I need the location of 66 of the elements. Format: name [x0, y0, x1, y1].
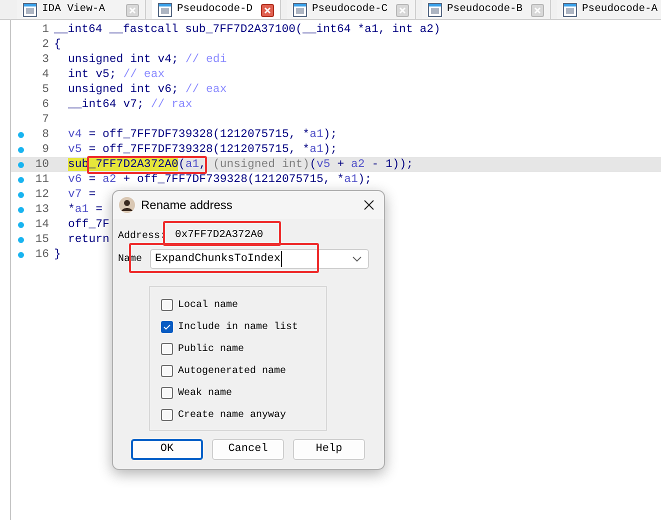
window-icon: [563, 3, 577, 17]
line-number: 1: [41, 22, 49, 38]
tab-label: Pseudocode-D: [177, 2, 253, 18]
code-line: unsigned int v6; // eax: [68, 82, 227, 97]
code-line: }: [54, 247, 61, 262]
checkbox[interactable]: [161, 299, 173, 311]
tab-label: Pseudocode-A: [582, 2, 658, 18]
tab-label: Pseudocode-B: [447, 2, 523, 18]
address-label: Address:: [118, 230, 166, 244]
dialog-button[interactable]: OK: [131, 439, 203, 460]
line-number: 2: [41, 36, 49, 53]
window-icon: [23, 3, 37, 17]
checkbox-label: Local name: [178, 298, 238, 312]
code-line: off_7F: [68, 217, 110, 232]
code-line: v7 =: [68, 187, 96, 202]
checkbox-label: Weak name: [178, 386, 232, 400]
line-number: 6: [41, 96, 49, 113]
tab-label: Pseudocode-C: [312, 2, 388, 18]
line-number: 8: [41, 126, 49, 143]
dialog-button[interactable]: Help: [293, 439, 365, 460]
code-line: v4 = off_7FF7DF739328(1212075715, *a1);: [68, 127, 338, 142]
close-icon[interactable]: [364, 200, 374, 210]
code-line: v6 = a2 + off_7FF7DF739328(1212075715, *a1);: [68, 172, 372, 187]
line-number: 16: [34, 246, 49, 263]
close-icon[interactable]: [261, 4, 274, 16]
dialog-button[interactable]: Cancel: [212, 439, 284, 460]
code-line: v5 = off_7FF7DF739328(1212075715, *a1);: [68, 142, 338, 157]
dialog-title: Rename address: [141, 197, 232, 214]
code-line: *a1 =: [68, 202, 103, 217]
checkbox[interactable]: [161, 387, 173, 399]
code-line: return: [68, 232, 110, 247]
checkbox-label: Public name: [178, 342, 244, 356]
tab-label: IDA View-A: [42, 2, 106, 18]
name-combo-field[interactable]: ExpandChunksToIndex: [150, 249, 369, 269]
avatar-icon: [119, 197, 135, 213]
code-line: int v5; // eax: [68, 67, 165, 82]
editor-tab[interactable]: Pseudocode-D: [152, 0, 281, 19]
line-number: 11: [34, 172, 49, 188]
checkbox[interactable]: [161, 321, 173, 333]
line-number: 5: [41, 82, 49, 98]
line-number: 4: [41, 66, 49, 83]
chevron-icon: [352, 256, 362, 262]
checkbox-label: Include in name list: [178, 320, 298, 334]
line-number: 3: [41, 52, 49, 68]
checkbox-label: Autogenerated name: [178, 364, 286, 378]
window-icon: [428, 3, 442, 17]
checkbox[interactable]: [161, 409, 173, 421]
line-number: 10: [34, 156, 49, 173]
checkbox-label: Create name anyway: [178, 408, 286, 422]
line-number: 9: [41, 142, 49, 158]
line-number: 15: [34, 232, 49, 248]
name-value: ExpandChunksToIndex: [155, 250, 282, 268]
checkbox[interactable]: [161, 365, 173, 377]
code-line: {: [54, 37, 61, 52]
line-number: 12: [34, 186, 49, 203]
code-line: unsigned int v4; // edi: [68, 52, 227, 67]
checkbox[interactable]: [161, 343, 173, 355]
code-line: __int64 __fastcall sub_7FF7D2A37100(__int64 *a1, int a2): [54, 22, 440, 37]
window-icon: [293, 3, 307, 17]
window-icon: [158, 3, 172, 17]
line-number: 13: [34, 202, 49, 218]
line-number: 14: [34, 216, 49, 233]
checkmark-icon: [163, 323, 171, 331]
address-value: 0x7FF7D2A372A0: [175, 228, 264, 244]
line-number: 7: [41, 112, 49, 128]
code-line: __int64 v7; // rax: [68, 97, 192, 112]
